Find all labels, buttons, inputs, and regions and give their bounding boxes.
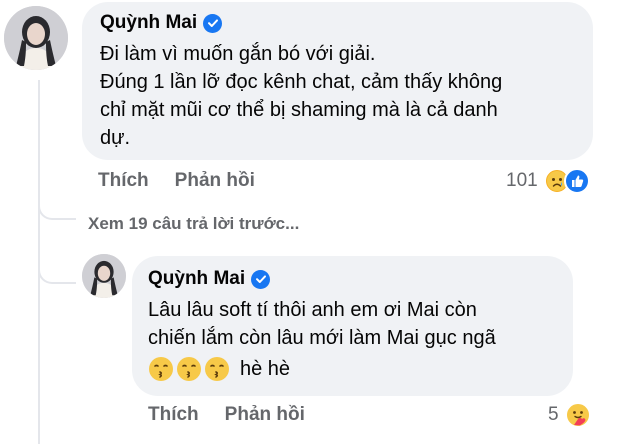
reaction-summary[interactable]: 5: [548, 402, 591, 428]
comment-actions: Thích Phản hồi: [98, 170, 255, 192]
avatar[interactable]: [82, 254, 126, 298]
like-button[interactable]: Thích: [148, 404, 199, 426]
comment-author[interactable]: Quỳnh Mai: [100, 12, 223, 34]
comment-bubble: Quỳnh Mai Đi làm vì muốn gắn bó với giải…: [82, 2, 593, 160]
reply-text: Lâu lâu soft tí thôi anh em ơi Mai còn c…: [148, 296, 568, 352]
thread-branch: [38, 196, 76, 220]
reaction-count: 5: [548, 404, 559, 425]
reaction-summary[interactable]: 101: [506, 168, 590, 194]
verified-badge-icon: [203, 13, 223, 33]
comment-line: Đi làm vì muốn gắn bó với giải.: [100, 43, 376, 65]
reply-button[interactable]: Phản hồi: [175, 170, 255, 192]
reply-author[interactable]: Quỳnh Mai: [148, 268, 271, 290]
comment-line: Đúng 1 lần lỡ đọc kênh chat, cảm thấy kh…: [100, 71, 503, 93]
verified-badge-icon: [251, 269, 271, 289]
kissing-face-icon: [204, 356, 230, 382]
avatar[interactable]: [4, 6, 68, 70]
comment-thread: Quỳnh Mai Đi làm vì muốn gắn bó với giải…: [0, 0, 620, 444]
reaction-count: 101: [506, 170, 538, 191]
emoji-caption: hè hè: [240, 357, 291, 380]
thread-branch: [38, 250, 76, 284]
kissing-face-icon: [176, 356, 202, 382]
reply-button[interactable]: Phản hồi: [225, 404, 305, 426]
reply-line: chiến lắm còn lâu mới làm Mai gục ngã: [148, 327, 496, 349]
kissing-face-icon: [148, 356, 174, 382]
comment-line: dự.: [100, 127, 131, 149]
view-previous-replies-link[interactable]: Xem 19 câu trả lời trước...: [88, 214, 299, 234]
like-icon: [563, 168, 590, 194]
comment-text: Đi làm vì muốn gắn bó với giải. Đúng 1 l…: [100, 40, 580, 152]
author-name[interactable]: Quỳnh Mai: [148, 268, 245, 290]
reply-bubble: Quỳnh Mai Lâu lâu soft tí thôi anh em ơi…: [132, 256, 573, 396]
emoji-line: hè hè: [148, 356, 290, 382]
reply-line: Lâu lâu soft tí thôi anh em ơi Mai còn: [148, 299, 477, 321]
reply-actions: Thích Phản hồi: [148, 404, 305, 426]
care-face-icon: [564, 402, 591, 428]
comment-line: chỉ mặt mũi cơ thể bị shaming mà là cả d…: [100, 99, 498, 121]
avatar-photo: [82, 254, 126, 298]
author-name[interactable]: Quỳnh Mai: [100, 12, 197, 34]
like-button[interactable]: Thích: [98, 170, 149, 192]
avatar-photo: [4, 6, 68, 70]
